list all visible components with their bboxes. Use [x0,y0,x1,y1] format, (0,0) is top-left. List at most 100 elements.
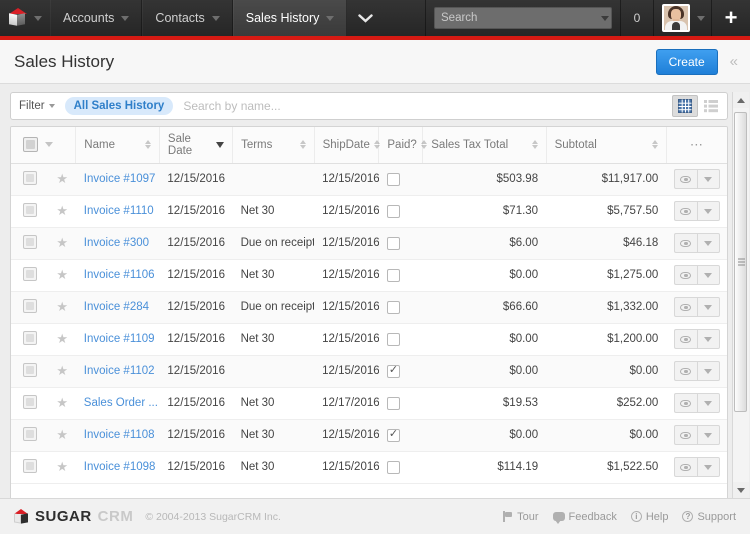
row-select-checkbox[interactable] [23,298,37,313]
column-header-shipdate[interactable]: ShipDate [314,127,380,164]
record-link[interactable]: Invoice #1102 [84,365,155,377]
table-row[interactable]: ★ Invoice #1109 12/15/2016 Net 30 12/15/2016… [11,323,727,356]
nav-module-contacts[interactable]: Contacts [142,0,233,36]
row-preview-button[interactable] [673,233,697,253]
row-menu-button[interactable] [696,169,720,189]
sort-icon[interactable] [531,140,538,150]
search-by-name-input[interactable] [173,99,672,113]
footer-brand[interactable]: SUGAR CRM [14,508,133,525]
row-menu-button[interactable] [696,425,720,445]
table-row[interactable]: ★ Sales Order ... 12/15/2016 Net 30 12/17/20… [11,387,727,420]
row-preview-button[interactable] [673,361,697,381]
paid-checkbox[interactable] [386,363,400,378]
column-header-subtotal[interactable]: Subtotal [546,127,667,164]
search-input[interactable] [435,8,601,28]
row-menu-button[interactable] [696,457,720,477]
chevron-down-icon[interactable] [48,104,55,108]
column-header-terms[interactable]: Terms [232,127,315,164]
row-menu-button[interactable] [696,393,720,413]
row-select-checkbox[interactable] [23,234,37,249]
row-preview-button[interactable] [673,169,697,189]
sort-icon[interactable] [420,140,427,150]
record-link[interactable]: Invoice #300 [84,237,149,249]
sort-icon[interactable] [144,140,151,150]
row-preview-button[interactable] [673,425,697,445]
filter-button[interactable]: Filter [11,93,63,119]
record-link[interactable]: Invoice #1097 [84,173,156,185]
star-icon[interactable]: ★ [56,235,68,250]
paid-checkbox[interactable] [386,300,400,314]
star-icon[interactable]: ★ [56,331,68,346]
select-all-checkbox[interactable] [23,137,38,153]
chevron-double-left-icon[interactable]: « [730,53,738,70]
row-preview-button[interactable] [673,329,697,349]
scroll-up-button[interactable] [732,92,749,108]
paid-checkbox[interactable] [386,332,400,346]
star-icon[interactable]: ★ [56,427,68,442]
row-preview-button[interactable] [673,457,697,477]
column-header-actions[interactable]: ⋯ [666,127,727,164]
table-row[interactable]: ★ Invoice #1106 12/15/2016 Net 30 12/15/2016… [11,259,727,292]
table-row[interactable]: ★ Invoice #300 12/15/2016 Due on receipt 12/… [11,227,727,260]
chevron-down-icon[interactable] [34,15,42,21]
scroll-down-button[interactable] [732,482,749,498]
chevron-down-icon[interactable] [601,15,609,21]
row-select-checkbox[interactable] [23,330,37,345]
paid-checkbox[interactable] [386,204,400,218]
sort-icon[interactable] [373,140,380,150]
row-menu-button[interactable] [696,265,720,285]
paid-checkbox[interactable] [386,460,400,474]
row-select-checkbox[interactable] [23,458,37,473]
table-row[interactable]: ★ Invoice #1102 12/15/2016 12/15/2016 $0.00$… [11,355,727,388]
sort-icon[interactable] [299,140,306,150]
list-view-button[interactable] [698,95,724,117]
table-row[interactable]: ★ Invoice #284 12/15/2016 Due on receipt 12/… [11,291,727,324]
star-icon[interactable]: ★ [56,267,68,282]
chevron-down-icon[interactable] [326,15,335,21]
nav-module-accounts[interactable]: Accounts [50,0,143,36]
row-select-checkbox[interactable] [23,266,37,281]
star-icon[interactable]: ★ [56,203,68,218]
column-header-paid[interactable]: Paid? [378,127,427,164]
paid-checkbox[interactable] [386,268,400,282]
nav-module-sales-history[interactable]: Sales History [232,0,348,36]
global-search-box[interactable] [434,7,612,29]
record-link[interactable]: Invoice #1108 [84,429,155,441]
row-menu-button[interactable] [696,361,720,381]
paid-checkbox[interactable] [386,427,400,442]
row-select-checkbox[interactable] [23,170,37,185]
footer-link-tour[interactable]: Tour [503,511,539,523]
chevron-down-icon[interactable] [211,15,220,21]
record-link[interactable]: Invoice #1110 [84,205,154,217]
row-preview-button[interactable] [673,297,697,317]
paid-checkbox[interactable] [386,172,400,186]
paid-checkbox[interactable] [386,236,400,250]
sort-icon[interactable] [651,140,658,150]
grid-view-button[interactable] [672,95,698,117]
star-icon[interactable]: ★ [56,171,68,186]
table-row[interactable]: ★ Invoice #1097 12/15/2016 12/15/2016 $503.9… [11,163,727,196]
row-menu-button[interactable] [696,233,720,253]
ellipsis-icon[interactable]: ⋯ [675,137,719,153]
star-icon[interactable]: ★ [56,299,68,314]
record-link[interactable]: Invoice #284 [84,301,149,313]
footer-link-help[interactable]: i Help [630,511,668,523]
row-preview-button[interactable] [673,201,697,221]
record-link[interactable]: Invoice #1098 [84,461,156,473]
footer-link-feedback[interactable]: Feedback [552,511,617,524]
record-link[interactable]: Invoice #1106 [84,269,155,281]
column-header-sales-tax-total[interactable]: Sales Tax Total [422,127,547,164]
row-select-checkbox[interactable] [23,202,37,217]
active-filter-chip[interactable]: All Sales History [64,97,174,115]
record-link[interactable]: Invoice #1109 [84,333,155,345]
row-menu-button[interactable] [696,201,720,221]
table-row[interactable]: ★ Invoice #1110 12/15/2016 Net 30 12/15/2016… [11,195,727,228]
row-preview-button[interactable] [673,265,697,285]
scrollbar-thumb[interactable] [733,112,747,412]
row-select-checkbox[interactable] [23,426,37,441]
star-icon[interactable]: ★ [56,363,68,378]
notification-count-badge[interactable]: 0 [620,0,654,36]
table-row[interactable]: ★ Invoice #1098 12/15/2016 Net 30 12/15/2016… [11,451,727,484]
column-header-sale-date[interactable]: Sale Date [159,127,234,164]
star-icon[interactable]: ★ [56,459,68,474]
